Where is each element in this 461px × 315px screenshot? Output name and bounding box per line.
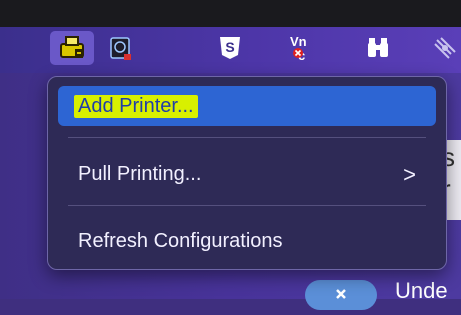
menu-item-refresh-configurations[interactable]: Refresh Configurations [58,221,436,261]
menu-separator [68,205,426,206]
printer-icon [60,36,84,58]
background-button [305,280,377,310]
s-badge-icon: S [220,37,240,59]
close-icon [336,289,346,299]
system-top-bar [0,0,461,27]
menu-item-label: Refresh Configurations [78,229,283,252]
menu-item-pull-printing[interactable]: Pull Printing... > [58,154,436,194]
menu-item-add-printer[interactable]: Add Printer... [58,86,436,126]
vnc-menubar-item[interactable]: Vn c [280,31,324,65]
menu-item-label: Add Printer... [74,94,198,118]
capture-icon [110,37,131,60]
s-badge-menubar-item[interactable]: S [210,31,250,65]
binoculars-icon [368,38,388,57]
menu-item-label: Pull Printing... [78,162,202,185]
svg-text:Vn: Vn [290,34,307,49]
menu-bar: S Vn c [0,27,461,73]
printer-menubar-item[interactable] [50,31,94,65]
background-partial-text: Unde [395,278,448,303]
menu-separator [68,137,426,138]
svg-text:S: S [225,39,234,55]
printer-dropdown-menu: Add Printer... Pull Printing... > Refres… [47,76,447,270]
chevron-right-icon: > [403,162,416,187]
satellite-menubar-item[interactable] [428,31,461,65]
capture-menubar-item[interactable] [100,31,140,65]
binoculars-menubar-item[interactable] [358,31,398,65]
satellite-icon [433,37,456,59]
vnc-icon: Vn c [290,34,307,63]
